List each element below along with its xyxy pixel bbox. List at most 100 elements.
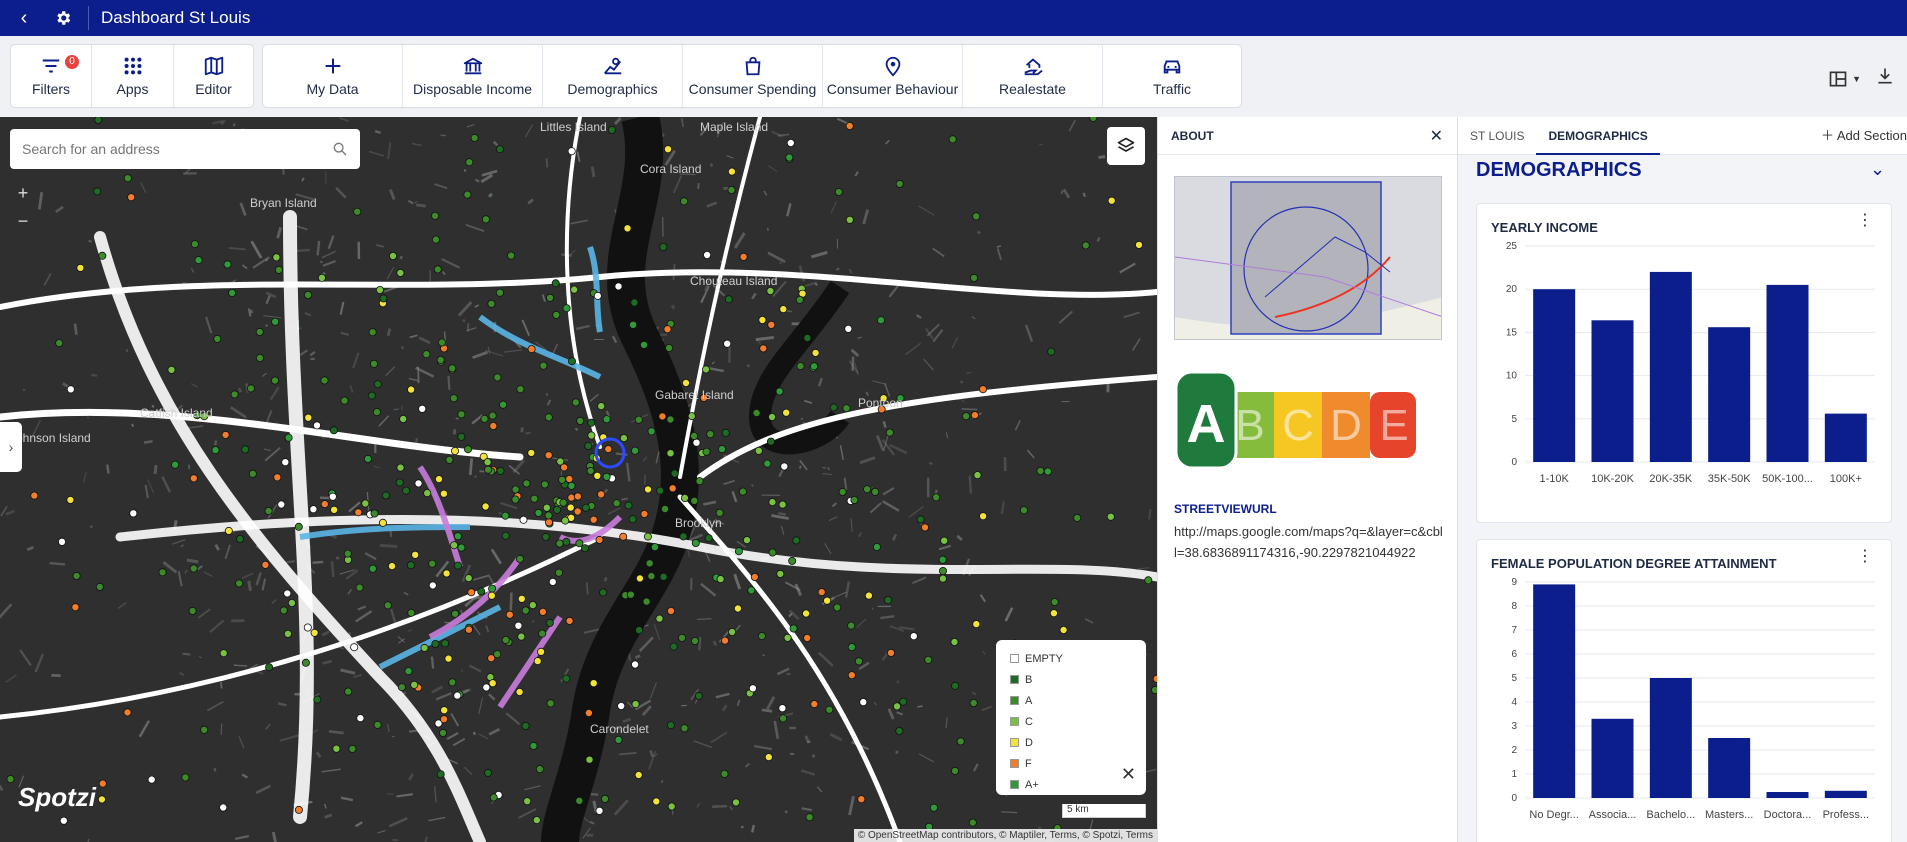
map-location-marker[interactable] (658, 412, 667, 421)
map-location-marker[interactable] (66, 385, 75, 394)
map-location-marker[interactable] (530, 494, 539, 503)
map-location-marker[interactable] (854, 657, 863, 666)
map-location-marker[interactable] (539, 361, 548, 370)
map-location-marker[interactable] (516, 385, 525, 394)
map-location-marker[interactable] (589, 679, 598, 688)
map-location-marker[interactable] (437, 338, 446, 347)
map-location-marker[interactable] (678, 633, 687, 642)
map-location-marker[interactable] (407, 385, 416, 394)
map-location-marker[interactable] (98, 251, 107, 260)
map-location-marker[interactable] (279, 606, 288, 615)
map-location-marker[interactable] (487, 591, 496, 600)
close-about-button[interactable]: ✕ (1430, 126, 1443, 146)
map-location-marker[interactable] (652, 797, 661, 806)
map-location-marker[interactable] (728, 627, 737, 636)
map-location-marker[interactable] (428, 559, 437, 568)
map-location-marker[interactable] (938, 555, 947, 564)
map-location-marker[interactable] (973, 471, 982, 480)
map-location-marker[interactable] (776, 569, 785, 578)
map-location-marker[interactable] (668, 484, 677, 493)
map-location-marker[interactable] (488, 411, 497, 420)
map-location-marker[interactable] (823, 596, 832, 605)
map-location-marker[interactable] (593, 471, 602, 480)
map-location-marker[interactable] (527, 345, 536, 354)
map-location-marker[interactable] (93, 187, 102, 196)
map-location-marker[interactable] (328, 492, 337, 501)
map-location-marker[interactable] (666, 449, 675, 458)
map-location-marker[interactable] (679, 532, 688, 541)
map-location-marker[interactable] (467, 588, 476, 597)
map-location-marker[interactable] (448, 364, 457, 373)
address-search-input[interactable] (22, 141, 322, 157)
map-location-marker[interactable] (521, 606, 530, 615)
map-location-marker[interactable] (188, 606, 197, 615)
map-location-marker[interactable] (406, 561, 415, 570)
map-location-marker[interactable] (768, 412, 777, 421)
map-location-marker[interactable] (847, 621, 856, 630)
map-location-marker[interactable] (219, 803, 228, 812)
map-location-marker[interactable] (775, 387, 784, 396)
map-location-marker[interactable] (624, 501, 633, 510)
map-location-marker[interactable] (1059, 625, 1068, 634)
map-location-marker[interactable] (795, 295, 804, 304)
map-location-marker[interactable] (312, 421, 321, 430)
map-location-marker[interactable] (552, 310, 561, 319)
map-location-marker[interactable] (271, 317, 280, 326)
map-location-marker[interactable] (332, 744, 341, 753)
map-location-marker[interactable] (66, 495, 75, 504)
map-location-marker[interactable] (369, 359, 378, 368)
filters-button[interactable]: 0 Filters (11, 45, 92, 107)
disposable-income-button[interactable]: Disposable Income (403, 45, 543, 107)
map-location-marker[interactable] (548, 577, 557, 586)
map-location-marker[interactable] (617, 702, 626, 711)
map-location-marker[interactable] (350, 643, 359, 652)
map-location-marker[interactable] (505, 610, 514, 619)
map-location-marker[interactable] (575, 796, 584, 805)
streetview-url-link[interactable]: http://maps.google.com/maps?q=&layer=c&c… (1174, 521, 1444, 563)
map-location-marker[interactable] (885, 428, 894, 437)
map-location-marker[interactable] (895, 179, 904, 188)
map-location-marker[interactable] (235, 534, 244, 543)
map-location-marker[interactable] (441, 639, 450, 648)
map-location-marker[interactable] (303, 623, 312, 632)
bar[interactable] (1708, 738, 1751, 798)
map-location-marker[interactable] (560, 463, 569, 472)
editor-button[interactable]: Editor (174, 45, 253, 107)
map-location-marker[interactable] (916, 515, 925, 524)
map-location-marker[interactable] (786, 138, 795, 147)
map-location-marker[interactable] (702, 447, 711, 456)
map-location-marker[interactable] (619, 434, 628, 443)
map-location-marker[interactable] (844, 324, 853, 333)
map-location-marker[interactable] (442, 569, 451, 578)
map-location-marker[interactable] (368, 328, 377, 337)
map-location-marker[interactable] (431, 211, 440, 220)
map-location-marker[interactable] (368, 564, 377, 573)
map-location-marker[interactable] (94, 117, 103, 124)
map-location-marker[interactable] (489, 793, 498, 802)
map-location-marker[interactable] (517, 594, 526, 603)
map-location-marker[interactable] (643, 532, 652, 541)
map-location-marker[interactable] (489, 421, 498, 430)
map-location-marker[interactable] (810, 700, 819, 709)
map-location-marker[interactable] (465, 158, 474, 167)
map-location-marker[interactable] (970, 273, 979, 282)
map-location-marker[interactable] (938, 574, 947, 583)
map-location-marker[interactable] (909, 632, 918, 641)
map-location-marker[interactable] (320, 500, 329, 509)
map-location-marker[interactable] (463, 190, 472, 199)
map-location-marker[interactable] (757, 632, 766, 641)
map-location-marker[interactable] (283, 589, 292, 598)
map-location-marker[interactable] (727, 167, 736, 176)
map-location-marker[interactable] (402, 486, 411, 495)
map-location-marker[interactable] (721, 428, 730, 437)
map-location-marker[interactable] (511, 495, 520, 504)
map-location-marker[interactable] (665, 343, 674, 352)
map-location-marker[interactable] (956, 737, 965, 746)
map-location-marker[interactable] (587, 431, 596, 440)
bar[interactable] (1708, 327, 1751, 462)
map-location-marker[interactable] (829, 403, 838, 412)
map-location-marker[interactable] (55, 339, 64, 348)
map-location-marker[interactable] (457, 410, 466, 419)
map-location-marker[interactable] (407, 608, 416, 617)
map-location-marker[interactable] (453, 691, 462, 700)
